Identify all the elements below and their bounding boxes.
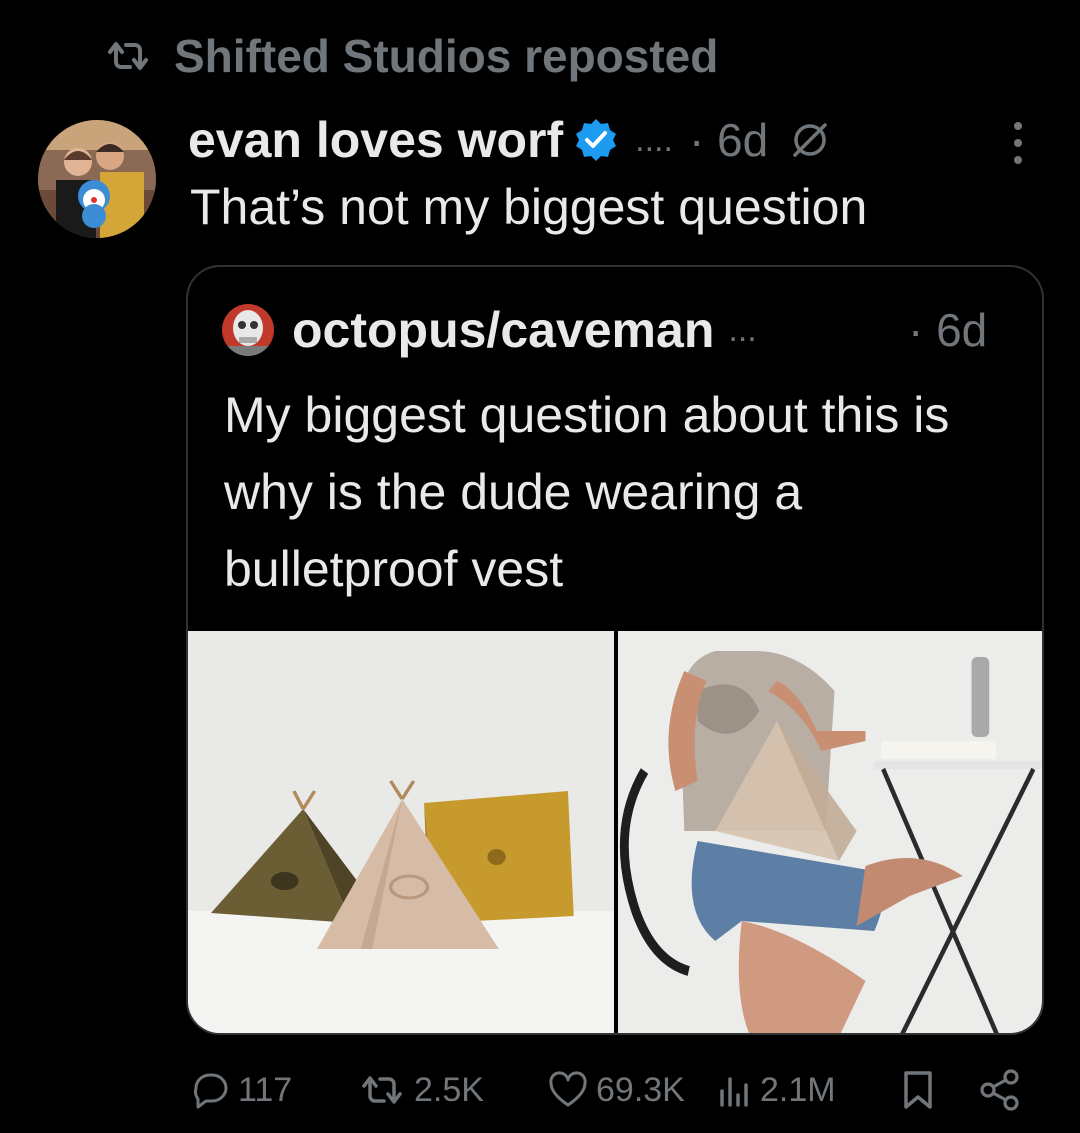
name-truncation: ....	[635, 120, 673, 159]
reply-count: 117	[238, 1070, 293, 1109]
verified-badge-icon	[576, 119, 617, 161]
post-text: That’s not my biggest question	[190, 179, 868, 235]
views-action[interactable]: 2.1M	[718, 1062, 836, 1118]
author-avatar[interactable]	[38, 120, 156, 238]
bookmark-icon	[904, 1071, 932, 1109]
bookmark-action[interactable]	[902, 1062, 934, 1118]
quoted-author-name[interactable]: octopus/caveman	[292, 301, 714, 359]
repost-count: 2.5K	[414, 1070, 484, 1109]
quoted-post[interactable]: octopus/caveman ... · 6d My biggest ques…	[186, 265, 1044, 1035]
like-count: 69.3K	[596, 1070, 685, 1109]
repost-label[interactable]: Shifted Studios reposted	[174, 29, 718, 83]
post-header: evan loves worf .... · 6d	[188, 108, 830, 172]
like-icon	[549, 1071, 587, 1107]
more-icon[interactable]	[1008, 118, 1028, 168]
quoted-author-avatar[interactable]	[222, 304, 274, 356]
share-icon	[980, 1069, 1019, 1111]
repost-icon	[362, 1076, 402, 1104]
post-time[interactable]: · 6d	[689, 113, 768, 167]
quoted-post-text: My biggest question about this is why is…	[224, 387, 950, 597]
media-image-tents[interactable]	[188, 631, 614, 1035]
share-action[interactable]	[978, 1062, 1022, 1118]
reply-icon	[193, 1073, 228, 1109]
quoted-post-time[interactable]: · 6d	[908, 303, 987, 357]
repost-action[interactable]: 2.5K	[358, 1062, 484, 1118]
action-bar: 117 2.5K 69.3K 2.1M	[0, 1062, 1080, 1118]
author-name[interactable]: evan loves worf	[188, 111, 563, 169]
reply-action[interactable]: 117	[190, 1062, 292, 1118]
repost-header: Shifted Studios reposted	[104, 28, 718, 84]
quoted-name-truncation: ...	[728, 310, 757, 349]
views-icon	[720, 1077, 748, 1107]
repost-icon	[108, 42, 148, 70]
replies-restricted-icon	[793, 123, 827, 157]
quoted-post-header: octopus/caveman ...	[222, 301, 757, 359]
quoted-media[interactable]	[188, 631, 1044, 1035]
like-action[interactable]: 69.3K	[548, 1062, 685, 1118]
media-image-man[interactable]	[618, 631, 1044, 1035]
views-count: 2.1M	[760, 1070, 836, 1109]
